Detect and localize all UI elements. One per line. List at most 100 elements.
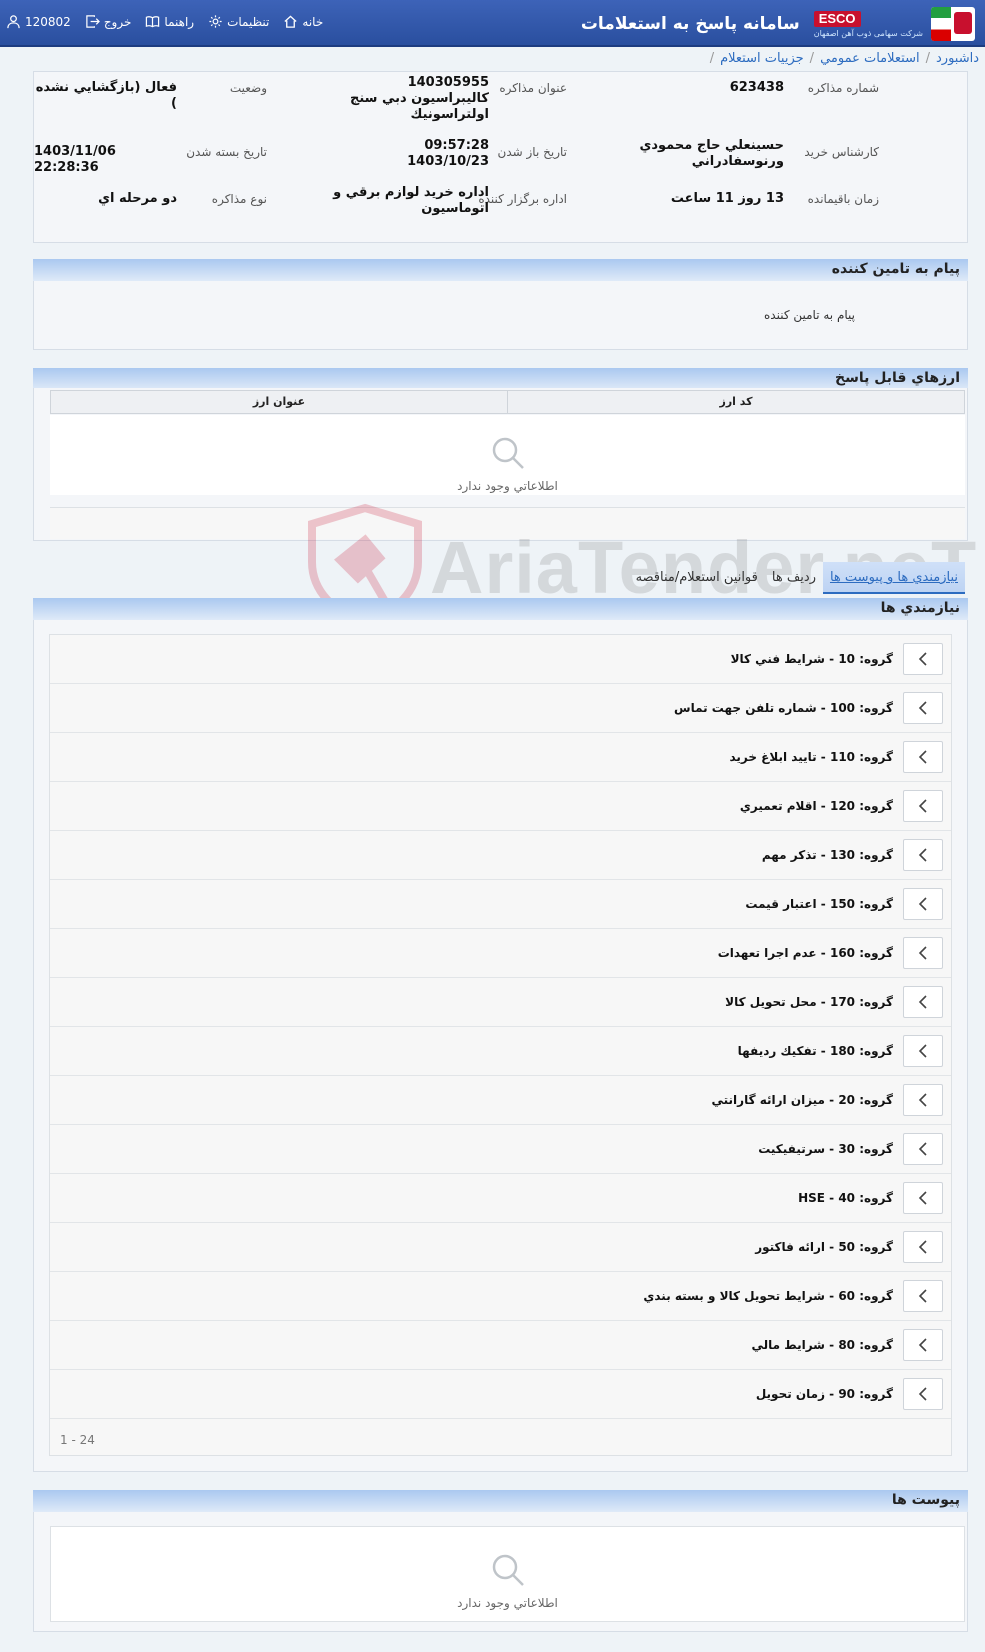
requirement-row[interactable]: گروه: 100 - شماره تلفن جهت تماس (50, 684, 951, 733)
requirement-row[interactable]: گروه: 180 - تفكيك رديفها (50, 1027, 951, 1076)
nav-home[interactable]: خانه (283, 14, 323, 29)
nav-logout[interactable]: خروج (85, 14, 131, 29)
breadcrumb-separator: / (809, 50, 815, 66)
esco-mark-icon (954, 12, 972, 34)
nav-guide[interactable]: راهنما (145, 14, 194, 29)
requirement-label: گروه: 10 - شرايط فني كالا (730, 652, 893, 666)
inquiry-info-panel: شماره مذاكره 623438 عنوان مذاكره 1403059… (33, 71, 968, 243)
currencies-body: كد ارز عنوان ارز اطلاعاتي وجود ندارد (33, 388, 968, 541)
expand-button[interactable] (903, 790, 943, 822)
nav-user-id: 120802 (25, 14, 71, 29)
negotiation-number-label: شماره مذاكره (807, 81, 879, 95)
requirement-row[interactable]: گروه: 90 - زمان تحويل (50, 1370, 951, 1419)
chevron-left-icon (918, 946, 927, 960)
expand-button[interactable] (903, 1182, 943, 1214)
requirement-row[interactable]: گروه: 110 - تاييد ابلاغ خريد (50, 733, 951, 782)
expand-button[interactable] (903, 741, 943, 773)
tab-inquiry-rules[interactable]: قوانين استعلام/مناقصه (629, 562, 765, 594)
requirement-row[interactable]: گروه: 30 - سرتيفيكيت (50, 1125, 951, 1174)
requirement-label: گروه: 180 - تفكيك رديفها (737, 1044, 893, 1058)
book-icon (146, 16, 160, 28)
expand-button[interactable] (903, 1035, 943, 1067)
requirement-row[interactable]: گروه: 10 - شرايط فني كالا (50, 635, 951, 684)
brand: ESCO شرکت سهامی ذوب آهن اصفهان سامانه پا… (581, 6, 975, 42)
attachments-body: اطلاعاتي وجود ندارد (33, 1512, 968, 1632)
currencies-header: ارزهاي قابل پاسخ (33, 368, 968, 390)
open-date-label: تاريخ باز شدن (497, 145, 567, 159)
buyer-expert-line2: ورنوسفادراني (691, 154, 784, 169)
company-logo (931, 7, 975, 41)
tab-requirements-attachments[interactable]: نيازمندي ها و پيوست ها (822, 562, 965, 594)
nav-settings[interactable]: تنظیمات (208, 14, 269, 29)
expand-button[interactable] (903, 1231, 943, 1263)
column-currency-code[interactable]: كد ارز (507, 391, 964, 413)
tab-rows[interactable]: رديف ها (765, 562, 823, 594)
search-icon (492, 1554, 524, 1586)
requirement-label: گروه: 170 - محل تحويل كالا (725, 995, 893, 1009)
organizer-label: اداره برگزار كننده (478, 192, 567, 206)
chevron-left-icon (918, 995, 927, 1009)
requirement-row[interactable]: گروه: 40 - HSE (50, 1174, 951, 1223)
requirement-label: گروه: 150 - اعتبار قيمت (745, 897, 893, 911)
breadcrumb-inquiry-details[interactable]: جزييات استعلام (720, 51, 804, 66)
chevron-left-icon (918, 799, 927, 813)
nav-user[interactable]: 120802 (6, 14, 71, 29)
attachments-header: پيوست ها (33, 1490, 968, 1512)
remaining-time-label: زمان باقيمانده (807, 192, 879, 206)
expand-button[interactable] (903, 1084, 943, 1116)
requirement-label: گروه: 160 - عدم اجرا تعهدات (717, 946, 893, 960)
detail-tabs: نيازمندي ها و پيوست ها رديف ها قوانين اس… (629, 562, 965, 594)
requirement-row[interactable]: گروه: 50 - ارائه فاكتور (50, 1223, 951, 1272)
expand-button[interactable] (903, 643, 943, 675)
chevron-left-icon (918, 897, 927, 911)
nav-home-label: خانه (302, 14, 324, 29)
attachments-title: پيوست ها (891, 1492, 960, 1508)
requirement-row[interactable]: گروه: 120 - اقلام تعميري (50, 782, 951, 831)
column-currency-title[interactable]: عنوان ارز (51, 391, 507, 413)
requirement-row[interactable]: گروه: 150 - اعتبار قيمت (50, 880, 951, 929)
negotiation-type-label: نوع مذاكره (211, 192, 267, 206)
requirement-label: گروه: 130 - تذكر مهم (761, 848, 893, 862)
breadcrumb-separator: / (925, 50, 930, 66)
negotiation-title-line3: اولتراسونيك (410, 107, 490, 122)
requirement-row[interactable]: گروه: 80 - شرايط مالي (50, 1321, 951, 1370)
requirement-label: گروه: 80 - شرايط مالي (751, 1338, 893, 1352)
requirements-list: گروه: 10 - شرايط فني كالا گروه: 100 - شما… (49, 634, 952, 1456)
breadcrumb-dashboard[interactable]: داشبورد (936, 51, 979, 66)
requirement-row[interactable]: گروه: 60 - شرايط تحويل كالا و بسته بندي (50, 1272, 951, 1321)
chevron-left-icon (918, 1289, 927, 1303)
supplier-message-text: پيام به تامين كننده (764, 308, 855, 322)
expand-button[interactable] (903, 839, 943, 871)
currencies-title: ارزهاي قابل پاسخ (834, 370, 960, 386)
breadcrumb-public-inquiries[interactable]: استعلامات عمومي (820, 51, 920, 66)
status-label: وضعيت (229, 81, 267, 95)
expand-button[interactable] (903, 888, 943, 920)
requirements-header: نيازمندي ها (33, 598, 968, 620)
chevron-left-icon (918, 848, 927, 862)
buyer-expert-label: كارشناس خريد (804, 145, 879, 159)
expand-button[interactable] (903, 1133, 943, 1165)
chevron-left-icon (918, 1338, 927, 1352)
expand-button[interactable] (903, 1329, 943, 1361)
expand-button[interactable] (903, 1378, 943, 1410)
expand-button[interactable] (903, 986, 943, 1018)
expand-button[interactable] (903, 937, 943, 969)
breadcrumb: داشبورد / استعلامات عمومي / جزييات استعل… (710, 47, 985, 69)
supplier-message-body: پيام به تامين كننده (33, 281, 968, 350)
supplier-message-title: پيام به تامين كننده (831, 261, 960, 277)
search-icon (492, 437, 524, 469)
nav-settings-label: تنظیمات (227, 14, 270, 29)
requirement-row[interactable]: گروه: 20 - ميزان ارائه گارانتي (50, 1076, 951, 1125)
requirement-row[interactable]: گروه: 160 - عدم اجرا تعهدات (50, 929, 951, 978)
home-icon (284, 15, 297, 28)
brand-subtitle: شرکت سهامی ذوب آهن اصفهان (813, 28, 923, 38)
breadcrumb-separator: / (709, 50, 715, 66)
chevron-left-icon (918, 1093, 927, 1107)
requirement-row[interactable]: گروه: 170 - محل تحويل كالا (50, 978, 951, 1027)
logout-icon (86, 15, 100, 28)
negotiation-number: 623438 (729, 80, 784, 95)
expand-button[interactable] (903, 1280, 943, 1312)
expand-button[interactable] (903, 692, 943, 724)
currencies-empty: اطلاعاتي وجود ندارد (50, 415, 965, 495)
requirement-row[interactable]: گروه: 130 - تذكر مهم (50, 831, 951, 880)
